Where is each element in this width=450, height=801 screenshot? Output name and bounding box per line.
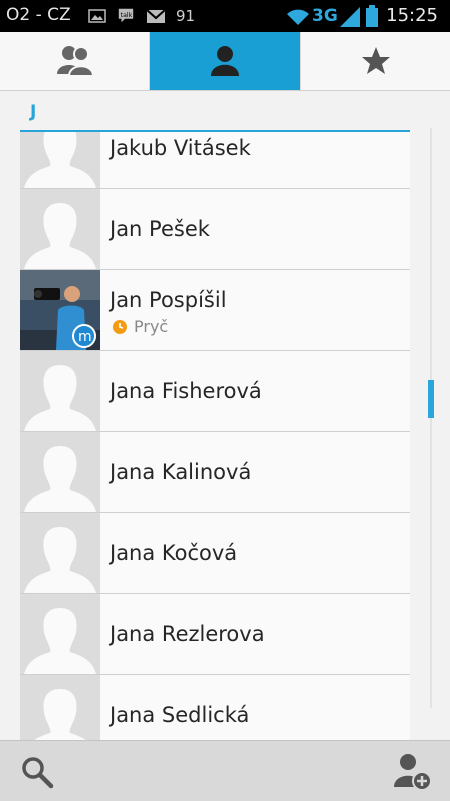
wifi-icon — [287, 9, 309, 25]
avatar — [20, 513, 100, 593]
signal-icon — [340, 7, 360, 27]
battery-icon — [366, 5, 378, 27]
avatar — [20, 351, 100, 431]
contact-name: Jana Kalinová — [110, 460, 252, 484]
notification-count: 91 — [176, 7, 196, 25]
fast-scroll-thumb[interactable] — [428, 380, 434, 418]
contact-name: Jan Pospíšil — [110, 288, 227, 312]
contact-row[interactable]: m Jan Pospíšil Pryč — [20, 270, 410, 351]
avatar — [20, 189, 100, 269]
tab-bar — [0, 32, 450, 91]
gmail-notification-icon — [146, 9, 166, 23]
contact-name: Jakub Vitásek — [110, 136, 251, 160]
tab-contacts[interactable] — [150, 32, 300, 90]
contact-row[interactable]: Jana Kočová — [20, 513, 410, 594]
clock: 15:25 — [386, 5, 438, 26]
contact-photo-image: m — [20, 270, 100, 350]
contact-name: Jana Rezlerova — [110, 622, 265, 646]
carrier-label: O2 - CZ — [6, 5, 71, 25]
avatar — [20, 594, 100, 674]
section-letter: J — [30, 102, 37, 122]
contact-name: Jana Kočová — [110, 541, 238, 565]
contact-row[interactable]: Jana Rezlerova — [20, 594, 410, 675]
contact-name: Jana Fisherová — [110, 379, 262, 403]
contact-name: Jan Pešek — [110, 217, 210, 241]
avatar — [20, 432, 100, 512]
contact-name: Jana Sedlická — [110, 703, 250, 727]
status-bar: O2 - CZ talk 91 3G 15:25 — [0, 0, 450, 32]
contact-row[interactable]: Jana Fisherová — [20, 351, 410, 432]
star-icon — [361, 47, 390, 74]
contact-list[interactable]: Jakub Vitásek Jan Pešek m Jan Pospíšil P… — [20, 132, 410, 740]
tab-groups[interactable] — [0, 32, 150, 90]
avatar — [20, 132, 100, 188]
default-avatar-icon — [20, 432, 100, 512]
groups-icon — [56, 46, 94, 77]
bottom-action-bar — [0, 740, 450, 801]
avatar — [20, 675, 100, 740]
default-avatar-icon — [20, 189, 100, 269]
contact-row[interactable]: Jana Sedlická — [20, 675, 410, 740]
contact-row[interactable]: Jakub Vitásek — [20, 132, 410, 189]
person-icon — [211, 46, 239, 76]
network-type: 3G — [312, 6, 338, 26]
svg-text:m: m — [78, 329, 92, 345]
default-avatar-icon — [20, 675, 100, 740]
add-contact-icon[interactable] — [392, 753, 432, 791]
svg-text:talk: talk — [121, 12, 133, 19]
default-avatar-icon — [20, 594, 100, 674]
image-notification-icon — [88, 9, 106, 23]
default-avatar-icon — [20, 132, 100, 188]
talk-notification-icon: talk — [118, 8, 134, 23]
contact-row[interactable]: Jana Kalinová — [20, 432, 410, 513]
contact-photo: m — [20, 270, 100, 350]
default-avatar-icon — [20, 513, 100, 593]
presence-status-label: Pryč — [134, 317, 169, 336]
search-icon[interactable] — [20, 755, 54, 789]
away-clock-icon — [113, 320, 127, 334]
fast-scroll-track[interactable] — [430, 128, 432, 708]
tab-favorites[interactable] — [300, 32, 450, 90]
section-header: J — [20, 98, 410, 132]
default-avatar-icon — [20, 351, 100, 431]
contact-row[interactable]: Jan Pešek — [20, 189, 410, 270]
